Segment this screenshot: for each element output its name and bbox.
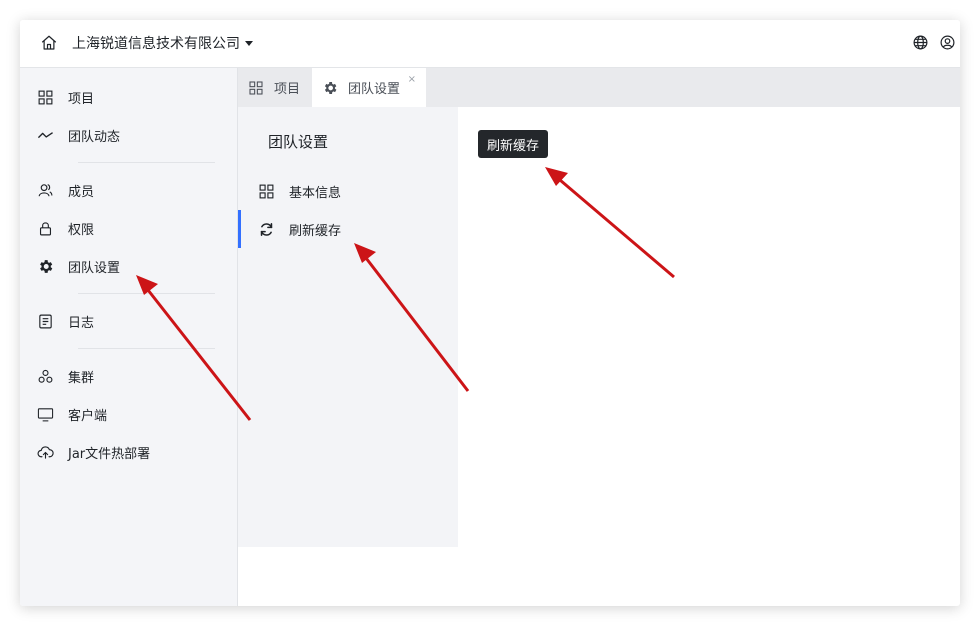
submenu-item-basic-info[interactable]: 基本信息 (238, 172, 458, 210)
trend-icon (37, 131, 53, 138)
nav-group-project: 项目 团队动态 (20, 78, 237, 154)
top-header: 上海锐道信息技术有限公司 (20, 20, 960, 68)
sidebar-item-team-settings[interactable]: 团队设置 (20, 247, 237, 285)
nav-group-deploy: 集群 客户端 Jar文件热部署 (20, 357, 237, 471)
sidebar-item-permissions[interactable]: 权限 (20, 209, 237, 247)
nav-group-team: 成员 权限 团队设置 (20, 171, 237, 285)
gear-icon (39, 259, 52, 273)
grid-icon (38, 90, 52, 104)
company-switcher[interactable]: 上海锐道信息技术有限公司 (72, 33, 253, 53)
grid-icon (249, 80, 263, 95)
submenu-item-label: 刷新缓存 (289, 223, 342, 239)
caret-down-icon (245, 40, 253, 46)
home-icon[interactable] (40, 34, 58, 52)
sidebar-item-label: 团队动态 (68, 129, 121, 145)
sidebar-divider (78, 162, 215, 163)
sidebar-item-client[interactable]: 客户端 (20, 395, 237, 433)
app-window: 上海锐道信息技术有限公司 项目 团队动态 成员 权限 团队设置 日志 集群 客户… (20, 20, 960, 606)
sidebar-item-label: 权限 (68, 222, 95, 238)
sidebar-item-label: 成员 (68, 184, 95, 200)
cluster-icon (38, 369, 52, 383)
tab-team-settings[interactable]: 团队设置 × (312, 68, 427, 107)
sidebar-item-jar-deploy[interactable]: Jar文件热部署 (20, 433, 237, 471)
submenu-title: 团队设置 (268, 133, 329, 151)
sidebar-item-members[interactable]: 成员 (20, 171, 237, 209)
sidebar-item-label: 项目 (68, 91, 95, 107)
sidebar-item-label: 团队设置 (68, 260, 121, 276)
monitor-icon (37, 407, 53, 421)
users-icon (38, 183, 52, 196)
sidebar-divider (78, 293, 215, 294)
refresh-icon (260, 222, 273, 236)
submenu-item-refresh-cache[interactable]: 刷新缓存 (238, 210, 458, 248)
tab-project[interactable]: 项目 (238, 68, 312, 107)
sidebar-item-team-activity[interactable]: 团队动态 (20, 116, 237, 154)
cloud-upload-icon (37, 445, 54, 459)
company-name: 上海锐道信息技术有限公司 (72, 36, 240, 52)
sidebar: 项目 团队动态 成员 权限 团队设置 日志 集群 客户端 Jar文件热部署 (20, 68, 238, 606)
sidebar-divider (78, 348, 215, 349)
settings-submenu: 团队设置 基本信息 刷新缓存 (238, 107, 458, 547)
tab-label: 项目 (274, 82, 301, 97)
sidebar-item-log[interactable]: 日志 (20, 302, 237, 340)
sidebar-item-label: 客户端 (68, 408, 108, 424)
gear-icon (324, 81, 337, 94)
sidebar-item-project[interactable]: 项目 (20, 78, 237, 116)
sidebar-item-cluster[interactable]: 集群 (20, 357, 237, 395)
grid-icon (259, 184, 274, 198)
sidebar-item-label: 集群 (68, 370, 95, 386)
lock-icon (39, 221, 51, 235)
globe-icon[interactable] (912, 34, 929, 51)
refresh-cache-button[interactable]: 刷新缓存 (478, 130, 549, 158)
sidebar-item-label: Jar文件热部署 (68, 446, 151, 462)
submenu-item-label: 基本信息 (289, 185, 342, 201)
log-icon (38, 314, 52, 328)
close-icon[interactable]: × (408, 74, 416, 85)
user-icon[interactable] (939, 34, 956, 51)
nav-group-log: 日志 (20, 302, 237, 340)
sidebar-item-label: 日志 (68, 315, 95, 331)
tabs-bar: 项目 团队设置 × (238, 68, 960, 107)
tab-label: 团队设置 (348, 82, 401, 97)
